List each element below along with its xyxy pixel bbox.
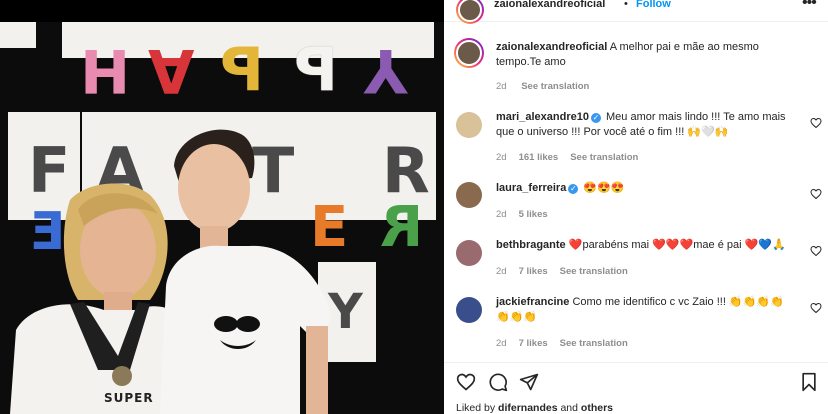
comment-meta: 2d 161 likes See translation xyxy=(496,152,650,163)
banner-letter: R xyxy=(380,195,424,260)
liked-by-prefix: Liked by xyxy=(456,402,496,414)
comment-meta: 2d 5 likes xyxy=(496,209,560,220)
heart-icon[interactable] xyxy=(810,188,822,200)
heart-icon[interactable] xyxy=(810,302,822,314)
comment-time: 2d xyxy=(496,338,507,349)
banner-letter: Y xyxy=(364,35,408,105)
caption-avatar[interactable] xyxy=(454,38,484,68)
follow-button[interactable]: Follow xyxy=(636,0,671,10)
comment-see-translation[interactable]: See translation xyxy=(570,152,638,163)
caption-meta: 2d See translation xyxy=(496,81,601,92)
ellipsis-icon[interactable]: ••• xyxy=(802,0,817,12)
verified-badge-icon: ✓ xyxy=(590,113,601,123)
liked-by-user[interactable]: difernandes xyxy=(498,402,558,414)
comment-time: 2d xyxy=(496,152,507,163)
banner-letter: P xyxy=(294,35,338,105)
comment-username[interactable]: laura_ferreira xyxy=(496,182,566,194)
comment-bubble-icon[interactable] xyxy=(488,372,508,392)
comment-text-block: laura_ferreira ✓ 😍😍😍 xyxy=(496,181,792,196)
banner-sheet xyxy=(0,22,36,48)
comment-text-block: jackiefrancine Como me identifico c vc Z… xyxy=(496,295,792,325)
like-heart-icon[interactable] xyxy=(456,372,476,392)
banner-letter: R xyxy=(382,134,430,207)
share-paper-plane-icon[interactable] xyxy=(519,372,539,392)
comment-avatar[interactable] xyxy=(456,112,482,138)
comment-see-translation[interactable]: See translation xyxy=(560,266,628,277)
banner-letter: P xyxy=(220,35,264,105)
shirt-text: SUPER xyxy=(104,391,154,405)
comment-avatar[interactable] xyxy=(456,240,482,266)
post-header: zaionalexandreoficial • Follow ••• xyxy=(444,0,828,24)
comment-time: 2d xyxy=(496,209,507,220)
liked-by-and: and xyxy=(560,402,578,414)
banner-letter: H xyxy=(80,35,131,105)
comment-likes[interactable]: 161 likes xyxy=(519,152,559,163)
comment-text: ❤️parabéns mai ❤️❤️❤️mae é pai ❤️💙🙏 xyxy=(568,239,786,251)
comment-likes[interactable]: 7 likes xyxy=(519,266,548,277)
verified-badge-icon: ✓ xyxy=(568,184,579,194)
liked-by-line: Liked by difernandes and others xyxy=(456,402,613,414)
action-bar xyxy=(444,362,828,398)
caption-see-translation[interactable]: See translation xyxy=(521,81,589,92)
heart-icon[interactable] xyxy=(810,245,822,257)
comment-text: 😍😍😍 xyxy=(583,182,625,194)
post-side-panel: zaionalexandreoficial • Follow ••• zaion… xyxy=(444,0,828,414)
boy-figure xyxy=(160,129,332,414)
caption-time: 2d xyxy=(496,81,507,92)
post-photo[interactable]: H A P P Y F A T R E R E Y SUPER xyxy=(0,0,444,414)
liked-by-others[interactable]: others xyxy=(581,402,613,414)
caption-text-block: zaionalexandreoficial A melhor pai e mãe… xyxy=(496,40,792,70)
author-username[interactable]: zaionalexandreoficial xyxy=(494,0,605,10)
photo-top-bar xyxy=(0,0,444,22)
comment-text-block: bethbragante ❤️parabéns mai ❤️❤️❤️mae é … xyxy=(496,238,792,253)
comment-likes[interactable]: 7 likes xyxy=(519,338,548,349)
caption-username[interactable]: zaionalexandreoficial xyxy=(496,41,607,53)
comment-text-block: mari_alexandre10 ✓ Meu amor mais lindo !!… xyxy=(496,110,792,140)
comment-username[interactable]: jackiefrancine xyxy=(496,296,569,308)
comment-likes[interactable]: 5 likes xyxy=(519,209,548,220)
comment-username[interactable]: bethbragante xyxy=(496,239,566,251)
bookmark-icon[interactable] xyxy=(800,372,818,392)
comment-time: 2d xyxy=(496,266,507,277)
comment-avatar[interactable] xyxy=(456,297,482,323)
comment-see-translation[interactable]: See translation xyxy=(560,338,628,349)
comment-meta: 2d 7 likes See translation xyxy=(496,266,640,277)
comment-meta: 2d 7 likes See translation xyxy=(496,338,640,349)
follow-separator: • xyxy=(624,0,628,10)
banner-letter: A xyxy=(148,35,195,105)
heart-icon[interactable] xyxy=(810,117,822,129)
comment-avatar[interactable] xyxy=(456,182,482,208)
comment-username[interactable]: mari_alexandre10 xyxy=(496,111,589,123)
author-avatar[interactable] xyxy=(456,0,484,24)
